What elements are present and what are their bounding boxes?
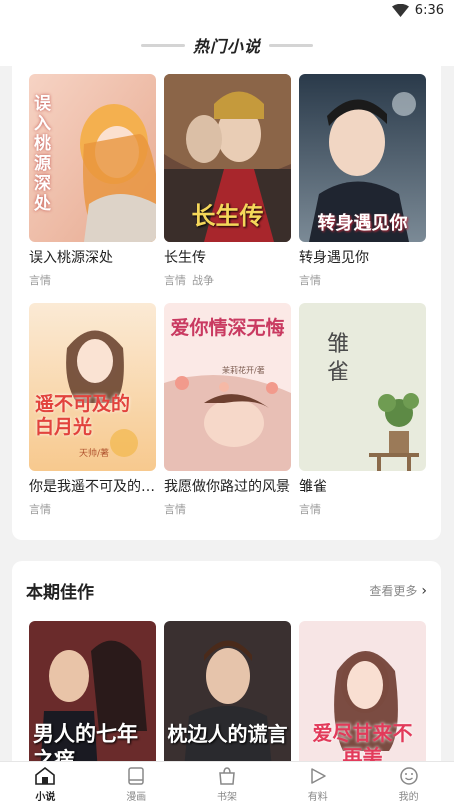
see-more-label: 查看更多 — [369, 584, 418, 598]
tab-discover[interactable]: 有料 — [272, 762, 363, 807]
tab-label: 有料 — [307, 792, 328, 803]
cover-title-text: 爱你情深无悔 — [170, 317, 285, 339]
cover-author-text: 天帅/著 — [79, 449, 110, 459]
book-tag: 言情 — [299, 274, 321, 287]
cover-title-text: 误入桃源深处 — [34, 94, 51, 214]
book-tag: 言情 — [29, 274, 51, 287]
book-card[interactable]: 转身遇见你 转身遇见你 言情 — [299, 74, 426, 288]
cover-title-text: 长生传 — [191, 202, 264, 230]
book-cover[interactable]: 遥不可及的白月光 天帅/著 — [29, 303, 156, 471]
page-title: 热门小说 — [192, 37, 261, 56]
tab-label: 书架 — [216, 792, 237, 803]
book-tag: 言情 — [29, 503, 51, 516]
book-tag: 言情 — [164, 503, 186, 516]
cover-title-text: 转身遇见你 — [317, 213, 408, 234]
book-cover[interactable]: 转身遇见你 — [299, 74, 426, 242]
tab-novels[interactable]: 小说 — [0, 762, 91, 807]
section-title: 本期佳作 — [26, 583, 94, 603]
book-tag: 战争 — [192, 274, 214, 287]
chevron-right-icon: › — [421, 582, 427, 599]
cover-author-text: 茉莉花开/著 — [222, 366, 265, 375]
book-cover[interactable]: 爱你情深无悔 茉莉花开/著 — [164, 303, 291, 471]
bottom-tab-bar: 小说 漫画 书架 有料 我的 — [0, 761, 454, 807]
play-icon — [311, 768, 326, 784]
header-divider-left — [140, 43, 185, 47]
cover-title-text: 雏雀 — [327, 332, 350, 385]
hot-novels-section: 误入桃源深处 误入桃源深处 言情 长生传 长生传 言情 战争 转身遇见你 转身遇… — [12, 58, 441, 540]
book-cover[interactable]: 误入桃源深处 — [29, 74, 156, 242]
header-divider-right — [269, 43, 313, 47]
book-card[interactable]: 长生传 长生传 言情 战争 — [164, 74, 291, 288]
status-time: 6:36 — [414, 3, 444, 18]
bag-icon — [219, 767, 235, 785]
book-card[interactable]: 遥不可及的白月光 天帅/著 你是我遥不可及的白月光 言情 — [29, 303, 156, 517]
book-card[interactable]: 雏雀 雏雀 言情 — [299, 303, 426, 517]
home-icon — [35, 766, 56, 785]
book-title[interactable]: 我愿做你路过的风景 — [164, 476, 291, 496]
tab-label: 小说 — [35, 792, 56, 803]
book-icon — [128, 767, 144, 785]
wifi-icon — [391, 4, 409, 17]
tab-comics[interactable]: 漫画 — [91, 762, 182, 807]
book-card[interactable]: 误入桃源深处 误入桃源深处 言情 — [29, 74, 156, 288]
book-title[interactable]: 雏雀 — [299, 476, 426, 496]
cover-title-text: 遥不可及的白月光 — [35, 393, 131, 438]
smile-icon — [399, 767, 418, 785]
book-title[interactable]: 误入桃源深处 — [29, 247, 156, 267]
tab-profile[interactable]: 我的 — [363, 762, 454, 807]
tab-label: 漫画 — [126, 792, 147, 803]
tab-label: 我的 — [398, 792, 419, 803]
cover-title-text: 枕边人的谎言 — [167, 722, 288, 746]
book-title[interactable]: 你是我遥不可及的白月光 — [29, 476, 156, 496]
book-title[interactable]: 转身遇见你 — [299, 247, 426, 267]
book-tag: 言情 — [299, 503, 321, 516]
book-card[interactable]: 爱你情深无悔 茉莉花开/著 我愿做你路过的风景 言情 — [164, 303, 291, 517]
book-cover[interactable]: 长生传 — [164, 74, 291, 242]
see-more-link[interactable]: 查看更多 › — [369, 582, 427, 599]
book-tag: 言情 — [164, 274, 186, 287]
status-bar: 6:36 — [0, 0, 454, 26]
tab-bookshelf[interactable]: 书架 — [182, 762, 273, 807]
book-title[interactable]: 长生传 — [164, 247, 291, 267]
book-cover[interactable]: 雏雀 — [299, 303, 426, 471]
